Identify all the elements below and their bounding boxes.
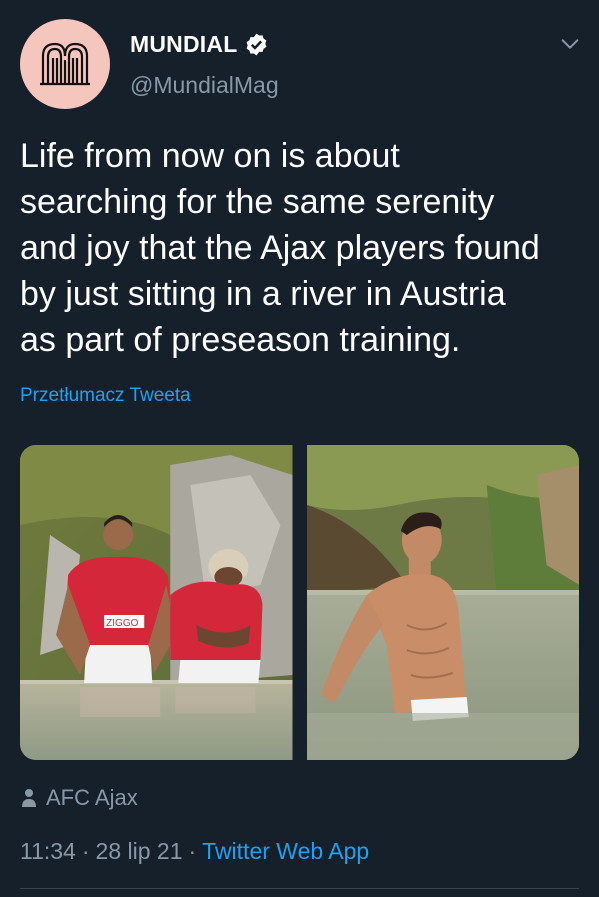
meta-separator-2: · (188, 838, 197, 864)
tweet-source-link[interactable]: Twitter Web App (202, 838, 369, 865)
verified-badge-icon (247, 33, 267, 56)
photo-player-in-river (306, 445, 579, 760)
svg-text:ZIGGO: ZIGGO (106, 618, 138, 629)
avatar[interactable] (20, 19, 110, 109)
translate-tweet-link[interactable]: Przetłumacz Tweeta (20, 385, 191, 407)
location-tag[interactable]: AFC Ajax (20, 785, 138, 811)
tweet-time[interactable]: 11:34 (20, 838, 76, 865)
photo-left[interactable]: ZIGGO (20, 445, 293, 760)
tweet-meta: 11:34 · 28 lip 21 · Twitter Web App (20, 838, 369, 865)
tweet-text: Life from now on is about searching for … (20, 137, 540, 359)
mundial-logo-icon (40, 42, 90, 86)
meta-separator: · (81, 838, 90, 864)
person-pin-icon (22, 789, 36, 807)
location-label[interactable]: AFC Ajax (46, 785, 138, 811)
account-handle[interactable]: @MundialMag (130, 72, 279, 99)
account-name[interactable]: MUNDIAL (130, 31, 237, 58)
divider (20, 888, 579, 889)
account-name-row[interactable]: MUNDIAL (130, 31, 269, 58)
photo-two-players-river: ZIGGO (20, 445, 293, 760)
media-grid: ZIGGO (20, 445, 579, 760)
chevron-down-icon[interactable] (559, 33, 581, 55)
photo-right[interactable] (306, 445, 579, 760)
tweet-date[interactable]: 28 lip 21 (96, 838, 183, 865)
